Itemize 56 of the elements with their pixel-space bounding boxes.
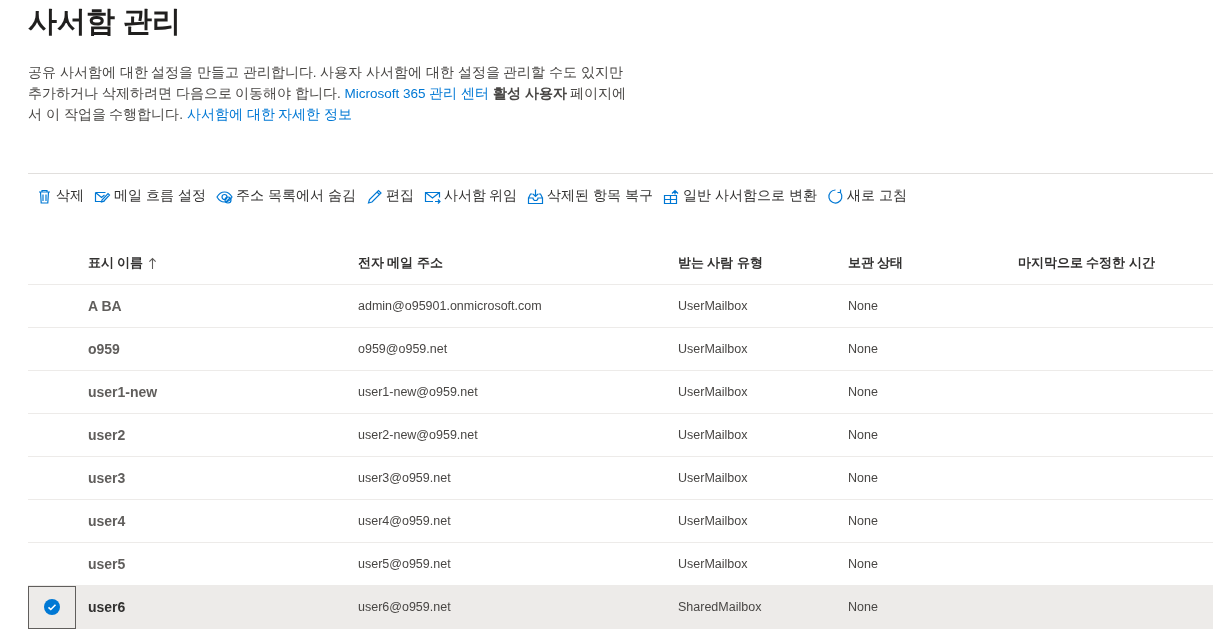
table-cell-text: UserMailbox xyxy=(678,471,749,485)
table-cell-text: admin@o95901.onmicrosoft.com xyxy=(358,299,543,313)
table-cell-text: SharedMailbox xyxy=(678,600,763,614)
table-cell-text: user5@o959.net xyxy=(358,557,452,571)
table-cell-text: UserMailbox xyxy=(678,385,749,399)
table-cell-text: None xyxy=(848,299,879,313)
link[interactable]: 사서함에 대한 자세한 정보 xyxy=(186,107,353,122)
display-name[interactable]: A BA xyxy=(88,298,122,314)
display-name[interactable]: user4 xyxy=(88,513,126,529)
column-header[interactable]: 전자 메일 주소 xyxy=(358,254,678,272)
column-header[interactable]: 보관 상태 xyxy=(848,254,1018,272)
table-cell-text: user6@o959.net xyxy=(358,600,452,614)
display-name[interactable]: user1-new xyxy=(88,384,158,400)
display-name[interactable]: user3 xyxy=(88,470,126,486)
table-cell-text: o959@o959.net xyxy=(358,342,449,356)
convert-button[interactable]: 일반 사서함으로 변환 xyxy=(661,180,825,212)
column-header[interactable]: 받는 사람 유형 xyxy=(678,254,848,272)
column-header[interactable]: 표시 이름 xyxy=(88,254,144,272)
edit-button[interactable]: 편집 xyxy=(363,180,422,212)
hide-button[interactable]: 주소 목록에서 숨김 xyxy=(213,180,364,212)
display-name[interactable]: user5 xyxy=(88,556,126,572)
table-cell-text: UserMailbox xyxy=(678,342,749,356)
column-header[interactable]: 마지막으로 수정한 시간 xyxy=(1018,254,1198,272)
link[interactable]: Microsoft 365 관리 센터 xyxy=(344,86,490,101)
delegate-button[interactable]: 사서함 위임 xyxy=(421,180,526,212)
display-name[interactable]: user6 xyxy=(88,599,126,615)
table-cell-text: None xyxy=(848,471,879,485)
description-text: 공유 사서함에 대한 설정을 만들고 관리합니다. 사용자 사서함에 대한 설정을 관리할 수도 있지만 추가하거나 삭제하려면 다음으로 이동해야 합니다. Microsoft 365 관리 센터 활성 사용자 페이지에서 이 작업을 수행합니다. 사서함에 대한 자세한 정보 xyxy=(28,64,628,124)
table-cell-text: UserMailbox xyxy=(678,514,749,528)
delete-button[interactable]: 삭제 xyxy=(34,180,92,212)
table-cell-text: None xyxy=(848,428,879,442)
table-cell-text: UserMailbox xyxy=(678,299,749,313)
inbox-download-icon xyxy=(527,187,545,205)
table-cell-text: user2-new@o959.net xyxy=(358,428,479,442)
table-cell-text: None xyxy=(848,557,879,571)
display-name[interactable]: user2 xyxy=(88,427,126,443)
check-circle-icon xyxy=(44,599,60,615)
table-cell-text: None xyxy=(848,514,879,528)
table-cell-text: UserMailbox xyxy=(678,557,749,571)
refresh-button[interactable]: 새로 고침 xyxy=(825,180,915,212)
table-cell-text: None xyxy=(848,600,879,614)
trash-icon xyxy=(36,187,53,205)
table-cell-text: None xyxy=(848,385,879,399)
row-checkbox[interactable] xyxy=(28,585,76,629)
boxes-arrow-icon xyxy=(663,187,681,205)
table-cell-text: user3@o959.net xyxy=(358,471,452,485)
table-cell-text: user4@o959.net xyxy=(358,514,452,528)
table-cell-text: UserMailbox xyxy=(678,428,749,442)
pencil-icon xyxy=(365,187,383,205)
mailflow-button[interactable]: 메일 흐름 설정 xyxy=(92,180,214,212)
display-name[interactable]: o959 xyxy=(88,341,120,357)
recover-button[interactable]: 삭제된 항목 복구 xyxy=(525,180,662,212)
table-cell-text: user1-new@o959.net xyxy=(358,385,479,399)
refresh-icon xyxy=(827,187,844,205)
page-title: 사서함 관리 xyxy=(28,4,182,39)
table-cell-text: None xyxy=(848,342,879,356)
